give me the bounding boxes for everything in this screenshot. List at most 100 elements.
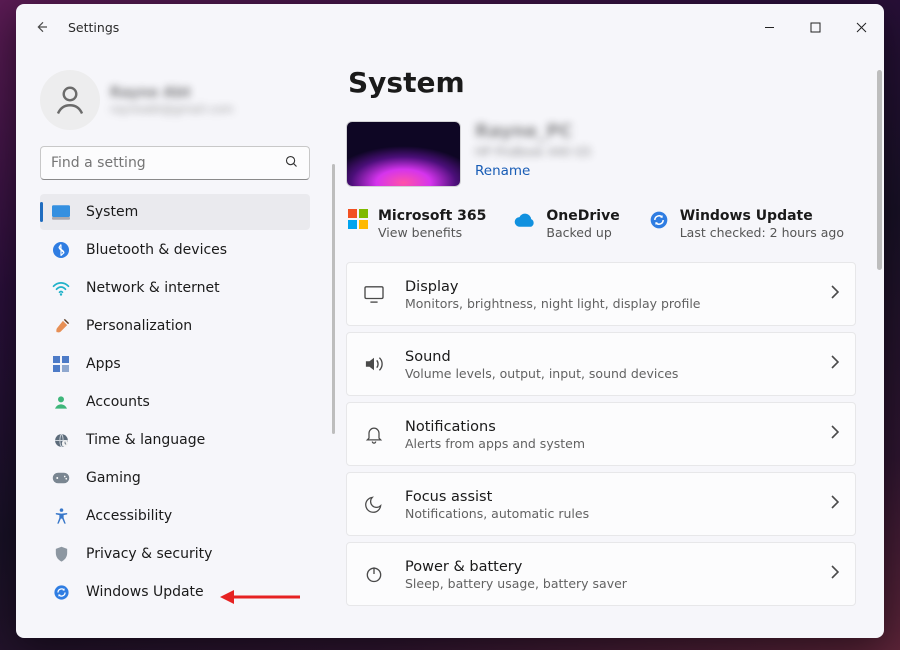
app-name-label: Settings xyxy=(68,20,119,35)
maximize-button[interactable] xyxy=(792,7,838,47)
sidebar: Rayne Abt rayneabt@gmail.com System Blue… xyxy=(16,50,326,638)
main-panel: System Rayne_PC HP ProBook 440 G5 Rename… xyxy=(326,50,884,638)
accessibility-icon xyxy=(54,508,69,525)
rename-link[interactable]: Rename xyxy=(475,163,591,179)
search-input[interactable] xyxy=(51,155,284,171)
chevron-right-icon xyxy=(830,355,839,373)
sound-icon xyxy=(363,355,385,373)
status-subtitle: Last checked: 2 hours ago xyxy=(680,225,844,240)
card-subtitle: Volume levels, output, input, sound devi… xyxy=(405,366,810,381)
nav-label: Windows Update xyxy=(86,584,204,600)
card-focus-assist[interactable]: Focus assist Notifications, automatic ru… xyxy=(346,472,856,536)
nav-label: Gaming xyxy=(86,470,141,486)
nav-item-windows-update[interactable]: Windows Update xyxy=(40,574,310,610)
card-power-battery[interactable]: Power & battery Sleep, battery usage, ba… xyxy=(346,542,856,606)
nav-label: Network & internet xyxy=(86,280,220,296)
card-title: Sound xyxy=(405,348,810,366)
bell-icon xyxy=(364,424,384,444)
nav-item-personalization[interactable]: Personalization xyxy=(40,308,310,344)
nav-item-gaming[interactable]: Gaming xyxy=(40,460,310,496)
desktop-thumbnail xyxy=(346,121,461,187)
chevron-right-icon xyxy=(830,425,839,443)
nav-item-privacy[interactable]: Privacy & security xyxy=(40,536,310,572)
wifi-icon xyxy=(52,281,70,296)
window-controls xyxy=(746,7,884,47)
settings-window: Settings Rayne Abt rayneabt@gmail.com xyxy=(16,4,884,638)
nav-label: Accessibility xyxy=(86,508,172,524)
main-scroll-thumb[interactable] xyxy=(877,70,882,270)
status-onedrive[interactable]: OneDrive Backed up xyxy=(514,207,619,240)
back-button[interactable] xyxy=(30,16,52,38)
nav-item-accessibility[interactable]: Accessibility xyxy=(40,498,310,534)
titlebar: Settings xyxy=(16,4,884,50)
brush-icon xyxy=(53,318,70,335)
status-subtitle: View benefits xyxy=(378,225,486,240)
nav-label: Personalization xyxy=(86,318,192,334)
nav-item-apps[interactable]: Apps xyxy=(40,346,310,382)
back-arrow-icon xyxy=(33,19,49,35)
pc-model: HP ProBook 440 G5 xyxy=(475,143,591,161)
status-title: Microsoft 365 xyxy=(378,207,486,225)
account-text: Rayne Abt rayneabt@gmail.com xyxy=(110,84,233,116)
nav-label: Bluetooth & devices xyxy=(86,242,227,258)
microsoft-logo-icon xyxy=(348,209,368,229)
status-subtitle: Backed up xyxy=(546,225,619,240)
update-icon xyxy=(649,210,669,230)
search-box[interactable] xyxy=(40,146,310,180)
apps-icon xyxy=(53,356,69,372)
card-title: Focus assist xyxy=(405,488,810,506)
card-title: Notifications xyxy=(405,418,810,436)
card-title: Power & battery xyxy=(405,558,810,576)
status-windows-update[interactable]: Windows Update Last checked: 2 hours ago xyxy=(648,207,844,240)
account-name: Rayne Abt xyxy=(110,84,233,102)
game-icon xyxy=(52,471,70,485)
chevron-right-icon xyxy=(830,565,839,583)
cloud-icon xyxy=(514,213,536,228)
system-hero: Rayne_PC HP ProBook 440 G5 Rename xyxy=(346,121,856,187)
main-scrollbar[interactable] xyxy=(877,70,882,620)
nav-label: System xyxy=(86,204,138,220)
status-title: Windows Update xyxy=(680,207,844,225)
nav-item-time-language[interactable]: Time & language xyxy=(40,422,310,458)
card-subtitle: Sleep, battery usage, battery saver xyxy=(405,576,810,591)
card-subtitle: Alerts from apps and system xyxy=(405,436,810,451)
person-icon xyxy=(52,82,88,118)
search-icon xyxy=(284,154,299,173)
nav-item-system[interactable]: System xyxy=(40,194,310,230)
page-title: System xyxy=(348,66,856,99)
body: Rayne Abt rayneabt@gmail.com System Blue… xyxy=(16,50,884,638)
card-subtitle: Monitors, brightness, night light, displ… xyxy=(405,296,810,311)
chevron-right-icon xyxy=(830,495,839,513)
close-button[interactable] xyxy=(838,7,884,47)
account-block[interactable]: Rayne Abt rayneabt@gmail.com xyxy=(40,50,310,146)
update-icon xyxy=(53,584,70,601)
person-icon xyxy=(53,394,69,410)
card-display[interactable]: Display Monitors, brightness, night ligh… xyxy=(346,262,856,326)
nav-item-bluetooth[interactable]: Bluetooth & devices xyxy=(40,232,310,268)
nav-label: Privacy & security xyxy=(86,546,212,562)
globe-icon xyxy=(53,432,70,449)
nav-list: System Bluetooth & devices Network & int… xyxy=(40,194,310,610)
bluetooth-icon xyxy=(53,242,69,258)
status-title: OneDrive xyxy=(546,207,619,225)
card-sound[interactable]: Sound Volume levels, output, input, soun… xyxy=(346,332,856,396)
display-icon xyxy=(363,285,385,303)
system-icon xyxy=(52,205,70,220)
moon-icon xyxy=(364,494,384,514)
nav-item-accounts[interactable]: Accounts xyxy=(40,384,310,420)
power-icon xyxy=(364,564,384,584)
avatar xyxy=(40,70,100,130)
status-microsoft365[interactable]: Microsoft 365 View benefits xyxy=(348,207,486,240)
shield-icon xyxy=(54,546,69,563)
status-row: Microsoft 365 View benefits OneDrive Bac… xyxy=(346,207,856,240)
nav-label: Apps xyxy=(86,356,121,372)
chevron-right-icon xyxy=(830,285,839,303)
account-email: rayneabt@gmail.com xyxy=(110,102,233,116)
minimize-button[interactable] xyxy=(746,7,792,47)
card-title: Display xyxy=(405,278,810,296)
nav-label: Accounts xyxy=(86,394,150,410)
card-notifications[interactable]: Notifications Alerts from apps and syste… xyxy=(346,402,856,466)
settings-cards: Display Monitors, brightness, night ligh… xyxy=(346,262,856,606)
nav-item-network[interactable]: Network & internet xyxy=(40,270,310,306)
pc-name: Rayne_PC xyxy=(475,121,591,143)
